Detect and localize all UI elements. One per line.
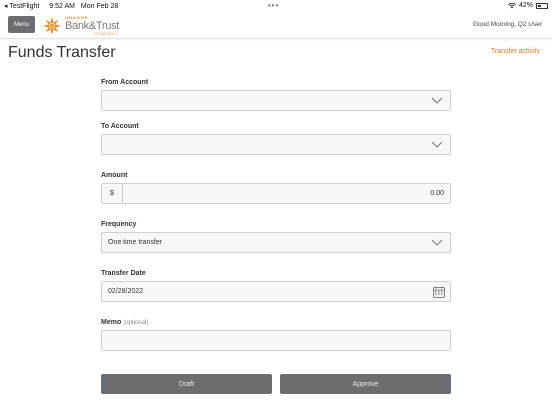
app-header: Menu ORANGE Bank&Trust COMPANY Good Morn… [0, 11, 552, 39]
sunburst-logo-icon [43, 17, 61, 35]
amount-label: Amount [101, 172, 128, 179]
memo-input[interactable] [101, 330, 451, 351]
chevron-down-icon [431, 141, 443, 148]
to-account-label: To Account [101, 123, 139, 130]
calendar-icon[interactable] [433, 286, 445, 298]
multitasking-dots-icon[interactable]: ••• [268, 1, 279, 10]
logo-wordmark: ORANGE Bank&Trust COMPANY [65, 16, 120, 37]
transfer-date-value: 02/28/2022 [108, 288, 144, 295]
chevron-down-icon [431, 239, 443, 246]
frequency-value: One time transfer [108, 239, 163, 246]
greeting-text: Good Morning, Q2 User [472, 21, 542, 28]
bank-logo[interactable]: ORANGE Bank&Trust COMPANY [42, 15, 119, 37]
frequency-select[interactable]: One time transfer [101, 232, 451, 253]
memo-label-text: Memo [101, 319, 122, 326]
back-to-app-link[interactable]: ◂ TestFlight [4, 3, 43, 10]
amount-value: 0.00 [430, 190, 444, 197]
battery-percent: 42% [518, 2, 533, 9]
page-title: Funds Transfer [8, 44, 116, 61]
status-time: 9:52 AM [49, 3, 75, 10]
menu-button[interactable]: Menu [8, 16, 35, 33]
transfer-activity-link[interactable]: Transfer activity [491, 48, 540, 55]
back-app-label: TestFlight [9, 3, 40, 10]
from-account-select[interactable] [101, 90, 451, 111]
from-account-label: From Account [101, 79, 149, 86]
status-left: ◂ TestFlight 9:52 AM Mon Feb 28 [4, 2, 122, 10]
approve-button[interactable]: Approve [280, 374, 451, 394]
draft-button[interactable]: Draft [101, 374, 272, 394]
memo-optional-hint: (optional) [123, 320, 149, 326]
currency-prefix: $ [102, 184, 123, 203]
frequency-label: Frequency [101, 221, 137, 228]
battery-fill [538, 4, 542, 7]
status-date: Mon Feb 28 [80, 3, 119, 10]
amount-field[interactable]: $ 0.00 [101, 183, 451, 204]
transfer-date-label: Transfer Date [101, 270, 146, 277]
transfer-date-field[interactable]: 02/28/2022 [101, 281, 451, 302]
memo-label: Memo (optional) [101, 319, 148, 326]
wifi-icon [508, 2, 516, 8]
chevron-down-icon [431, 97, 443, 104]
to-account-select[interactable] [101, 134, 451, 155]
logo-name: Bank&Trust [65, 20, 120, 32]
logo-company: COMPANY [94, 32, 120, 36]
ios-status-bar: ◂ TestFlight 9:52 AM Mon Feb 28 ••• 42% [0, 0, 552, 11]
status-right: 42% [508, 2, 548, 9]
battery-icon [536, 2, 548, 9]
